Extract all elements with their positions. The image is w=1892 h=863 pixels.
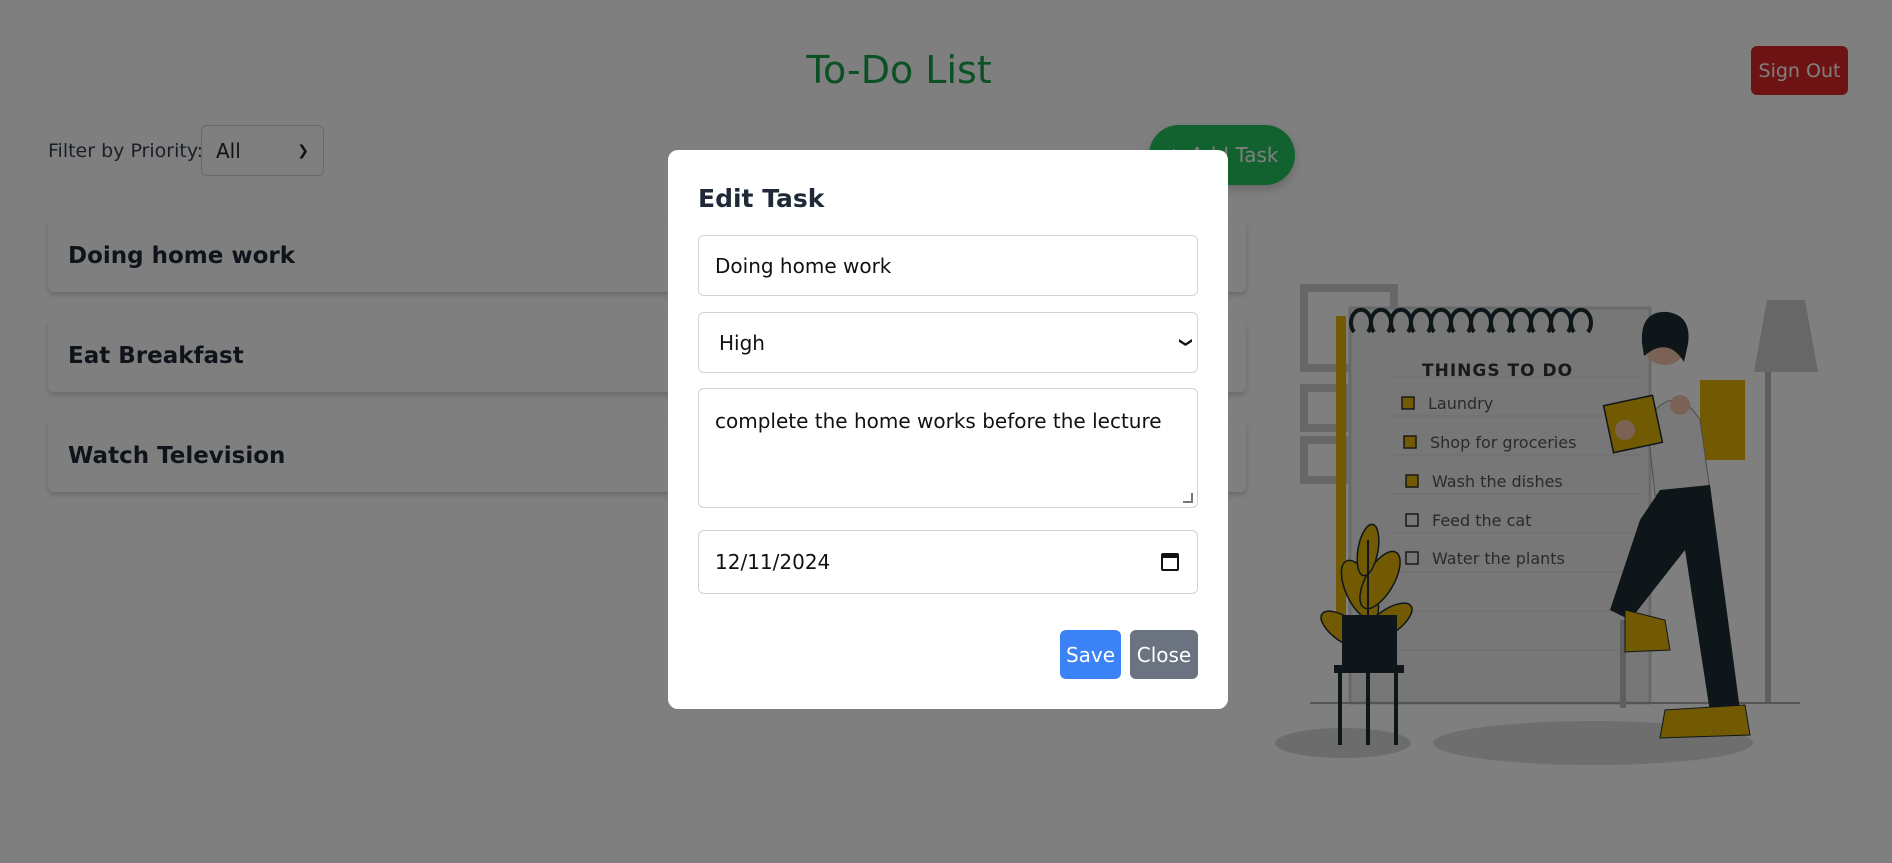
task-name-value: Doing home work	[715, 253, 892, 278]
priority-value: High	[719, 330, 765, 355]
task-name-input[interactable]: Doing home work	[698, 235, 1198, 296]
chevron-down-icon: ❯	[1178, 337, 1194, 348]
edit-task-modal: Edit Task Doing home work High ❯ complet…	[668, 150, 1228, 709]
description-value: complete the home works before the lectu…	[715, 409, 1162, 433]
priority-select[interactable]: High ❯	[698, 312, 1198, 373]
save-button[interactable]: Save	[1060, 630, 1121, 679]
calendar-icon[interactable]	[1161, 553, 1179, 571]
due-date-input[interactable]: 12/11/2024	[698, 530, 1198, 594]
modal-title: Edit Task	[698, 184, 825, 213]
close-button[interactable]: Close	[1130, 630, 1198, 679]
due-date-value: 12/11/2024	[715, 550, 831, 574]
description-textarea[interactable]: complete the home works before the lectu…	[698, 388, 1198, 508]
todo-app: To-Do List Sign Out Filter by Priority: …	[0, 0, 1892, 863]
resize-handle-icon[interactable]	[1183, 493, 1193, 503]
